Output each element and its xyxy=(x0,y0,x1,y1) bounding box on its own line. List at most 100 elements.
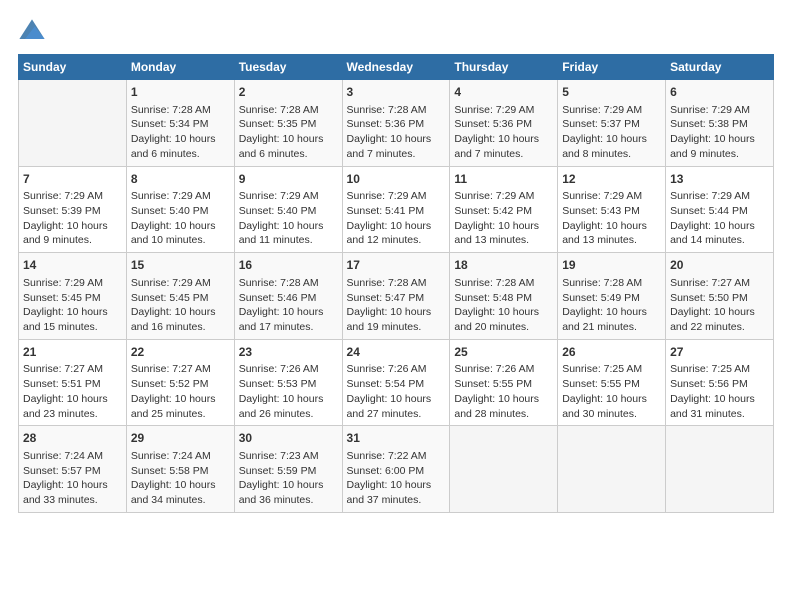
cell-text: Daylight: 10 hours xyxy=(562,219,661,234)
cell-text: and 22 minutes. xyxy=(670,320,769,335)
cell-text: Sunset: 5:36 PM xyxy=(454,117,553,132)
cell-text: Sunrise: 7:28 AM xyxy=(131,103,230,118)
col-header-wednesday: Wednesday xyxy=(342,55,450,80)
day-number: 28 xyxy=(23,430,122,447)
cell-text: Sunset: 5:35 PM xyxy=(239,117,338,132)
cell-2-1: 7Sunrise: 7:29 AMSunset: 5:39 PMDaylight… xyxy=(19,166,127,253)
cell-text: Sunrise: 7:24 AM xyxy=(131,449,230,464)
cell-text: Sunset: 5:57 PM xyxy=(23,464,122,479)
cell-4-1: 21Sunrise: 7:27 AMSunset: 5:51 PMDayligh… xyxy=(19,339,127,426)
day-number: 27 xyxy=(670,344,769,361)
cell-text: Sunrise: 7:29 AM xyxy=(562,189,661,204)
cell-text: Sunset: 5:38 PM xyxy=(670,117,769,132)
cell-text: Daylight: 10 hours xyxy=(454,132,553,147)
cell-text: Daylight: 10 hours xyxy=(562,305,661,320)
cell-text: Sunset: 5:45 PM xyxy=(23,291,122,306)
cell-4-3: 23Sunrise: 7:26 AMSunset: 5:53 PMDayligh… xyxy=(234,339,342,426)
cell-text: Daylight: 10 hours xyxy=(562,132,661,147)
col-header-friday: Friday xyxy=(558,55,666,80)
cell-text: Sunrise: 7:28 AM xyxy=(562,276,661,291)
cell-text: and 26 minutes. xyxy=(239,407,338,422)
cell-text: Sunrise: 7:28 AM xyxy=(347,103,446,118)
day-number: 25 xyxy=(454,344,553,361)
cell-text: Sunset: 5:50 PM xyxy=(670,291,769,306)
cell-text: and 33 minutes. xyxy=(23,493,122,508)
cell-text: and 27 minutes. xyxy=(347,407,446,422)
week-row-2: 7Sunrise: 7:29 AMSunset: 5:39 PMDaylight… xyxy=(19,166,774,253)
cell-text: Daylight: 10 hours xyxy=(239,478,338,493)
cell-text: Daylight: 10 hours xyxy=(131,132,230,147)
cell-text: Daylight: 10 hours xyxy=(454,305,553,320)
day-number: 1 xyxy=(131,84,230,101)
cell-text: Daylight: 10 hours xyxy=(131,478,230,493)
week-row-4: 21Sunrise: 7:27 AMSunset: 5:51 PMDayligh… xyxy=(19,339,774,426)
cell-text: Sunset: 5:55 PM xyxy=(562,377,661,392)
cell-text: Sunrise: 7:28 AM xyxy=(239,103,338,118)
cell-text: and 37 minutes. xyxy=(347,493,446,508)
cell-text: Sunset: 5:56 PM xyxy=(670,377,769,392)
cell-4-7: 27Sunrise: 7:25 AMSunset: 5:56 PMDayligh… xyxy=(666,339,774,426)
cell-text: Daylight: 10 hours xyxy=(562,392,661,407)
day-number: 26 xyxy=(562,344,661,361)
cell-text: Sunset: 5:49 PM xyxy=(562,291,661,306)
cell-text: Sunset: 5:52 PM xyxy=(131,377,230,392)
cell-text: and 31 minutes. xyxy=(670,407,769,422)
col-header-sunday: Sunday xyxy=(19,55,127,80)
day-number: 30 xyxy=(239,430,338,447)
week-row-5: 28Sunrise: 7:24 AMSunset: 5:57 PMDayligh… xyxy=(19,426,774,513)
cell-text: and 14 minutes. xyxy=(670,233,769,248)
cell-text: Daylight: 10 hours xyxy=(454,219,553,234)
cell-text: and 9 minutes. xyxy=(23,233,122,248)
cell-text: Daylight: 10 hours xyxy=(23,478,122,493)
cell-text: Daylight: 10 hours xyxy=(239,132,338,147)
cell-text: Daylight: 10 hours xyxy=(239,305,338,320)
day-number: 15 xyxy=(131,257,230,274)
cell-text: Sunset: 6:00 PM xyxy=(347,464,446,479)
cell-5-4: 31Sunrise: 7:22 AMSunset: 6:00 PMDayligh… xyxy=(342,426,450,513)
cell-text: and 19 minutes. xyxy=(347,320,446,335)
cell-1-5: 4Sunrise: 7:29 AMSunset: 5:36 PMDaylight… xyxy=(450,80,558,167)
day-number: 5 xyxy=(562,84,661,101)
cell-2-3: 9Sunrise: 7:29 AMSunset: 5:40 PMDaylight… xyxy=(234,166,342,253)
cell-2-6: 12Sunrise: 7:29 AMSunset: 5:43 PMDayligh… xyxy=(558,166,666,253)
logo-icon xyxy=(18,18,46,46)
day-number: 9 xyxy=(239,171,338,188)
cell-3-1: 14Sunrise: 7:29 AMSunset: 5:45 PMDayligh… xyxy=(19,253,127,340)
cell-text: and 7 minutes. xyxy=(454,147,553,162)
cell-text: Sunset: 5:44 PM xyxy=(670,204,769,219)
cell-text: and 13 minutes. xyxy=(562,233,661,248)
cell-text: Sunrise: 7:29 AM xyxy=(23,276,122,291)
cell-text: Sunrise: 7:25 AM xyxy=(670,362,769,377)
cell-text: Sunset: 5:58 PM xyxy=(131,464,230,479)
cell-text: and 16 minutes. xyxy=(131,320,230,335)
cell-text: Sunset: 5:51 PM xyxy=(23,377,122,392)
cell-text: Sunrise: 7:29 AM xyxy=(131,276,230,291)
day-number: 18 xyxy=(454,257,553,274)
cell-text: Sunrise: 7:22 AM xyxy=(347,449,446,464)
cell-3-4: 17Sunrise: 7:28 AMSunset: 5:47 PMDayligh… xyxy=(342,253,450,340)
cell-text: and 13 minutes. xyxy=(454,233,553,248)
cell-text: Sunset: 5:40 PM xyxy=(239,204,338,219)
day-number: 16 xyxy=(239,257,338,274)
cell-text: Daylight: 10 hours xyxy=(347,305,446,320)
cell-text: and 25 minutes. xyxy=(131,407,230,422)
cell-text: Sunrise: 7:29 AM xyxy=(454,189,553,204)
cell-text: Sunrise: 7:29 AM xyxy=(670,189,769,204)
day-number: 12 xyxy=(562,171,661,188)
cell-text: and 12 minutes. xyxy=(347,233,446,248)
cell-text: and 6 minutes. xyxy=(131,147,230,162)
cell-text: Daylight: 10 hours xyxy=(23,305,122,320)
cell-5-3: 30Sunrise: 7:23 AMSunset: 5:59 PMDayligh… xyxy=(234,426,342,513)
cell-text: Sunset: 5:48 PM xyxy=(454,291,553,306)
cell-2-2: 8Sunrise: 7:29 AMSunset: 5:40 PMDaylight… xyxy=(126,166,234,253)
cell-text: Sunrise: 7:26 AM xyxy=(239,362,338,377)
cell-5-1: 28Sunrise: 7:24 AMSunset: 5:57 PMDayligh… xyxy=(19,426,127,513)
cell-text: Sunset: 5:43 PM xyxy=(562,204,661,219)
day-number: 2 xyxy=(239,84,338,101)
cell-text: Sunrise: 7:29 AM xyxy=(670,103,769,118)
cell-text: Sunset: 5:45 PM xyxy=(131,291,230,306)
cell-4-5: 25Sunrise: 7:26 AMSunset: 5:55 PMDayligh… xyxy=(450,339,558,426)
cell-text: Sunrise: 7:25 AM xyxy=(562,362,661,377)
cell-text: Sunrise: 7:26 AM xyxy=(454,362,553,377)
col-header-thursday: Thursday xyxy=(450,55,558,80)
